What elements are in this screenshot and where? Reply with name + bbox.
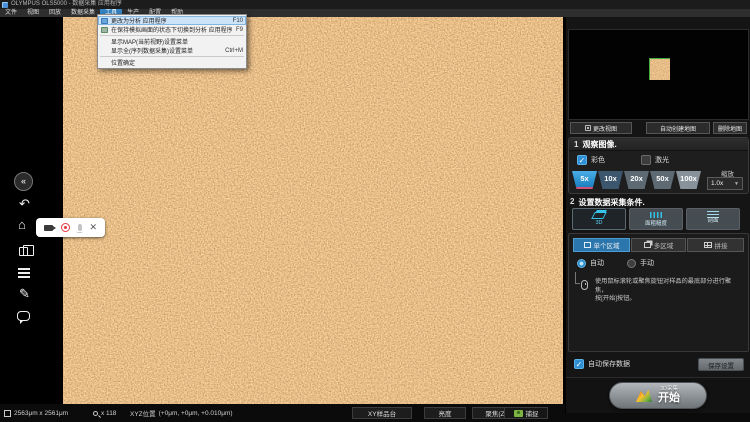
analysis-app-icon bbox=[101, 18, 108, 24]
menu-acquisition[interactable]: 数据采集 bbox=[66, 9, 100, 17]
auto-create-map-button[interactable]: 自动创建地图 bbox=[646, 122, 710, 134]
camera-icon bbox=[514, 410, 523, 417]
copper-sample-texture bbox=[63, 17, 563, 405]
laser-checkbox[interactable] bbox=[641, 155, 651, 165]
manual-label: 手动 bbox=[640, 258, 654, 268]
magnification-20x-button[interactable]: 20x bbox=[624, 171, 649, 189]
autosave-label: 自动保存数据 bbox=[588, 359, 630, 369]
observe-section-header: 1 观察图像. bbox=[569, 138, 748, 151]
change-view-button[interactable]: 更改视图 bbox=[570, 122, 632, 134]
start-label: 开始 bbox=[658, 393, 680, 404]
magnification-10x-button[interactable]: 10x bbox=[598, 171, 623, 189]
total-magnification-value: x 118 bbox=[101, 410, 116, 417]
change-view-icon bbox=[585, 125, 591, 131]
image-viewport bbox=[0, 17, 565, 405]
zoom-value: 1.0x bbox=[711, 180, 723, 187]
magnifier-icon bbox=[93, 411, 98, 416]
magnification-50x-button[interactable]: 50x bbox=[650, 171, 675, 189]
tools-dropdown-menu: 更改为分析 应用程序 F10 在保持模拟画面的状态下切换到分析 应用程序 F9 … bbox=[97, 14, 247, 69]
menu-separator bbox=[100, 56, 244, 57]
delete-map-button[interactable]: 删除地图 bbox=[713, 122, 747, 134]
start-acquisition-button[interactable]: 3D采集 开始 bbox=[609, 382, 707, 409]
magnification-100x-button[interactable]: 100x bbox=[676, 171, 701, 189]
observe-image-section: 1 观察图像. ✓ 彩色 激光 5x 10x 20x 50x 100x 缩放 1… bbox=[568, 137, 749, 194]
magnification-5x-button[interactable]: 5x bbox=[572, 171, 597, 189]
map-thumbnail-texture bbox=[650, 59, 670, 80]
copy-icon[interactable] bbox=[19, 247, 28, 256]
roughness-icon bbox=[650, 212, 662, 218]
microscope-live-image[interactable] bbox=[63, 17, 563, 405]
save-settings-button[interactable]: 保存设置 bbox=[698, 358, 744, 371]
color-checkbox[interactable]: ✓ bbox=[577, 155, 587, 165]
tab-single-area[interactable]: 单个区域 bbox=[573, 238, 630, 252]
window-title: OLYMPUS OLS5000 - 数据采集 应用程序 bbox=[11, 0, 122, 9]
zoom-select[interactable]: 1.0x ▼ bbox=[707, 177, 743, 190]
video-camera-icon[interactable] bbox=[44, 225, 53, 231]
control-panel: 更改视图 自动创建地图 删除地图 1 观察图像. ✓ 彩色 激光 5x 10x … bbox=[565, 17, 750, 413]
menu-item-show-map-settings[interactable]: 显示MAP(当前视野)设置菜单 bbox=[98, 37, 246, 46]
multi-area-icon bbox=[644, 242, 651, 248]
hint-connector bbox=[575, 272, 580, 284]
color-label: 彩色 bbox=[591, 155, 605, 165]
mode-roughness-button[interactable]: 面粗糙度 bbox=[629, 208, 683, 230]
mode-profile-button[interactable]: 剖面 bbox=[686, 208, 740, 230]
close-icon[interactable]: ✕ bbox=[90, 223, 98, 232]
menu-item-position-confirm[interactable]: 位置确定 bbox=[98, 58, 246, 67]
chat-bubble-icon[interactable] bbox=[17, 311, 30, 321]
menu-item-switch-keep-simulation[interactable]: 在保持模拟画面的状态下切换到分析 应用程序 F9 bbox=[98, 25, 246, 34]
focus-hint-text: 使用鼠标滚轮或聚焦旋钮对样品的最底部分进行聚焦， 按[开始]按钮。 bbox=[595, 278, 743, 304]
acquire-section-header: 2 设置数据采集条件. bbox=[570, 197, 645, 208]
menu-playback[interactable]: 回放 bbox=[44, 9, 66, 17]
acquire-section-title: 设置数据采集条件. bbox=[578, 197, 644, 208]
capture-button[interactable]: 捕捉 bbox=[504, 407, 548, 419]
menu-view[interactable]: 视图 bbox=[22, 9, 44, 17]
menu-item-show-sequence-settings[interactable]: 显示全(序列数据采集)设置菜单 Ctrl+M bbox=[98, 46, 246, 55]
tab-multi-area[interactable]: 多区域 bbox=[631, 238, 686, 252]
auto-label: 自动 bbox=[590, 258, 604, 268]
map-thumbnail[interactable] bbox=[649, 58, 670, 80]
autosave-checkbox[interactable]: ✓ bbox=[574, 359, 584, 369]
menu-file[interactable]: 文件 bbox=[0, 9, 22, 17]
menu-separator bbox=[100, 35, 244, 36]
field-size-value: 2563μm x 2561μm bbox=[14, 410, 68, 417]
record-icon[interactable] bbox=[61, 223, 70, 232]
stage-map-navigator[interactable] bbox=[568, 29, 749, 120]
xy-stage-button[interactable]: XY样品台 bbox=[352, 407, 412, 419]
recorder-toolbar: ✕ bbox=[36, 218, 105, 237]
mode-3d-button[interactable]: 3D bbox=[572, 208, 626, 230]
home-icon[interactable]: ⌂ bbox=[18, 218, 26, 232]
shortcut-ctrl-m: Ctrl+M bbox=[225, 48, 243, 54]
profile-lines-icon bbox=[707, 214, 719, 215]
pencil-icon[interactable]: ✎ bbox=[19, 287, 30, 301]
title-bar: OLYMPUS OLS5000 - 数据采集 应用程序 bbox=[0, 0, 750, 9]
menu-item-switch-to-analysis[interactable]: 更改为分析 应用程序 F10 bbox=[98, 16, 246, 25]
collapse-toolbar-button[interactable]: « bbox=[14, 172, 33, 191]
shortcut-f10: F10 bbox=[233, 18, 243, 24]
single-area-icon bbox=[584, 242, 591, 248]
position-value: (+0μm, +0μm, +0.010μm) bbox=[159, 410, 233, 417]
microphone-muted-icon[interactable] bbox=[78, 224, 82, 231]
auto-radio[interactable] bbox=[577, 259, 586, 268]
stitch-grid-icon bbox=[704, 242, 712, 248]
position-label: XYZ位置 bbox=[130, 408, 156, 418]
toggle-icon bbox=[101, 27, 108, 33]
brightness-button[interactable]: 亮度 bbox=[424, 407, 466, 419]
size-checkbox[interactable] bbox=[4, 410, 11, 417]
app-icon bbox=[2, 2, 8, 8]
laser-label: 激光 bbox=[655, 155, 669, 165]
3d-layers-icon bbox=[591, 212, 607, 219]
shortcut-f9: F9 bbox=[236, 27, 243, 33]
3d-surface-icon bbox=[636, 389, 652, 402]
undo-icon[interactable]: ↶ bbox=[19, 197, 30, 211]
observe-section-title: 观察图像. bbox=[582, 139, 616, 150]
area-settings-panel: 单个区域 多区域 拼接 自动 手动 使用鼠标滚轮或聚焦旋钮对样品的最底部分进行聚 bbox=[568, 233, 749, 352]
chevron-down-icon: ▼ bbox=[734, 181, 739, 187]
start-zone: 3D采集 开始 bbox=[566, 377, 750, 413]
application-window: OLYMPUS OLS5000 - 数据采集 应用程序 文件 视图 回放 数据采… bbox=[0, 0, 750, 422]
tab-stitching[interactable]: 拼接 bbox=[687, 238, 744, 252]
mouse-icon bbox=[581, 280, 588, 290]
manual-radio[interactable] bbox=[627, 259, 636, 268]
list-icon[interactable] bbox=[18, 268, 30, 270]
